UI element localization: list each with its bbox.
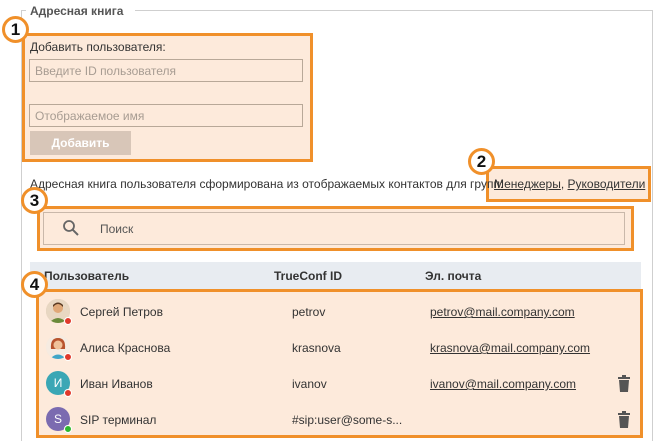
trash-icon[interactable] bbox=[617, 375, 631, 395]
group-link-leaders[interactable]: Руководители bbox=[568, 177, 646, 191]
status-online-dot bbox=[64, 425, 72, 433]
status-offline-dot bbox=[64, 353, 72, 361]
user-id-input[interactable]: Введите ID пользователя bbox=[29, 59, 303, 82]
display-name-input[interactable]: Отображаемое имя bbox=[29, 104, 303, 127]
user-name: Иван Иванов bbox=[80, 377, 153, 391]
group-link-managers[interactable]: Менеджеры bbox=[494, 177, 561, 191]
email-link[interactable]: krasnova@mail.company.com bbox=[430, 341, 590, 355]
callout-badge-1: 1 bbox=[2, 16, 29, 43]
section-title: Адресная книга bbox=[28, 4, 126, 18]
callout-badge-3: 3 bbox=[21, 187, 48, 214]
group-links: Менеджеры, Руководители bbox=[494, 177, 645, 191]
fieldset-border-right bbox=[652, 10, 653, 441]
callout-badge-2: 2 bbox=[468, 148, 495, 175]
search-icon bbox=[62, 219, 80, 240]
email-link[interactable]: ivanov@mail.company.com bbox=[430, 377, 576, 391]
info-text: Адресная книга пользователя сформирована… bbox=[30, 177, 503, 191]
header-email[interactable]: Эл. почта bbox=[425, 269, 481, 283]
table-row[interactable]: S SIP терминал #sip:user@some-s... bbox=[43, 402, 633, 438]
fieldset-border-top-right bbox=[135, 10, 653, 11]
table-row[interactable]: И Иван Иванов ivanov ivanov@mail.company… bbox=[43, 366, 633, 402]
table-row[interactable]: Алиса Краснова krasnova krasnova@mail.co… bbox=[43, 330, 633, 366]
add-button[interactable]: Добавить bbox=[30, 131, 131, 155]
group-separator: , bbox=[560, 177, 565, 191]
header-user[interactable]: Пользователь bbox=[44, 269, 129, 283]
status-offline-dot bbox=[64, 389, 72, 397]
status-offline-dot bbox=[64, 317, 72, 325]
user-name: Алиса Краснова bbox=[80, 341, 171, 355]
add-user-label: Добавить пользователя: bbox=[30, 40, 166, 54]
callout-badge-4: 4 bbox=[21, 271, 48, 298]
trash-icon[interactable] bbox=[617, 411, 631, 431]
header-trueconf-id[interactable]: TrueConf ID bbox=[274, 269, 342, 283]
trueconf-id: krasnova bbox=[292, 341, 341, 355]
user-name: SIP терминал bbox=[80, 413, 157, 427]
user-name: Сергей Петров bbox=[80, 305, 163, 319]
trueconf-id: petrov bbox=[292, 305, 326, 319]
info-text-label: Адресная книга пользователя сформирована… bbox=[30, 177, 504, 191]
trueconf-id: #sip:user@some-s... bbox=[292, 413, 403, 427]
search-placeholder: Поиск bbox=[100, 222, 134, 236]
trueconf-id: ivanov bbox=[292, 377, 327, 391]
table-header: Пользователь TrueConf ID Эл. почта bbox=[30, 262, 641, 290]
email-link[interactable]: petrov@mail.company.com bbox=[430, 305, 575, 319]
search-input[interactable]: Поиск bbox=[43, 212, 625, 245]
table-row[interactable]: Сергей Петров petrov petrov@mail.company… bbox=[43, 294, 633, 330]
